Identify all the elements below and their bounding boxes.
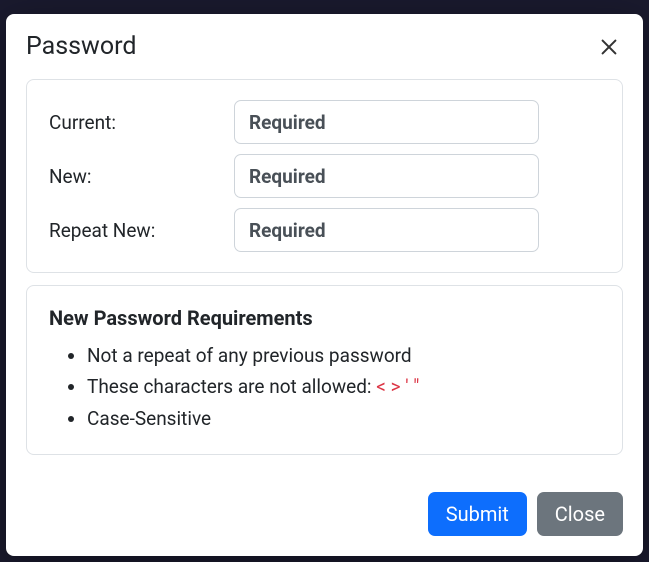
close-button[interactable]: Close <box>537 492 623 536</box>
repeat-password-input[interactable] <box>234 208 539 252</box>
password-form-panel: Current: New: Repeat New: <box>26 79 623 273</box>
modal-footer: Submit Close <box>26 476 623 536</box>
requirement-item: Not a repeat of any previous password <box>87 340 600 371</box>
modal-header: Password <box>26 32 623 61</box>
requirement-item: These characters are not allowed: < > ' … <box>87 371 600 402</box>
password-modal: Password Current: New: Repeat New: New P… <box>6 14 643 556</box>
form-row-repeat: Repeat New: <box>49 208 600 252</box>
current-label: Current: <box>49 111 234 134</box>
repeat-label: Repeat New: <box>49 219 234 242</box>
form-row-new: New: <box>49 154 600 198</box>
disallowed-chars: < > ' " <box>376 375 419 398</box>
form-row-current: Current: <box>49 100 600 144</box>
current-password-input[interactable] <box>234 100 539 144</box>
requirement-text: These characters are not allowed: <box>87 375 376 398</box>
requirements-panel: New Password Requirements Not a repeat o… <box>26 285 623 455</box>
close-icon[interactable] <box>595 33 623 61</box>
requirement-item: Case-Sensitive <box>87 403 600 434</box>
requirements-title: New Password Requirements <box>49 306 600 330</box>
new-password-input[interactable] <box>234 154 539 198</box>
submit-button[interactable]: Submit <box>428 492 527 536</box>
new-label: New: <box>49 165 234 188</box>
requirements-list: Not a repeat of any previous password Th… <box>49 340 600 434</box>
modal-title: Password <box>26 32 136 61</box>
